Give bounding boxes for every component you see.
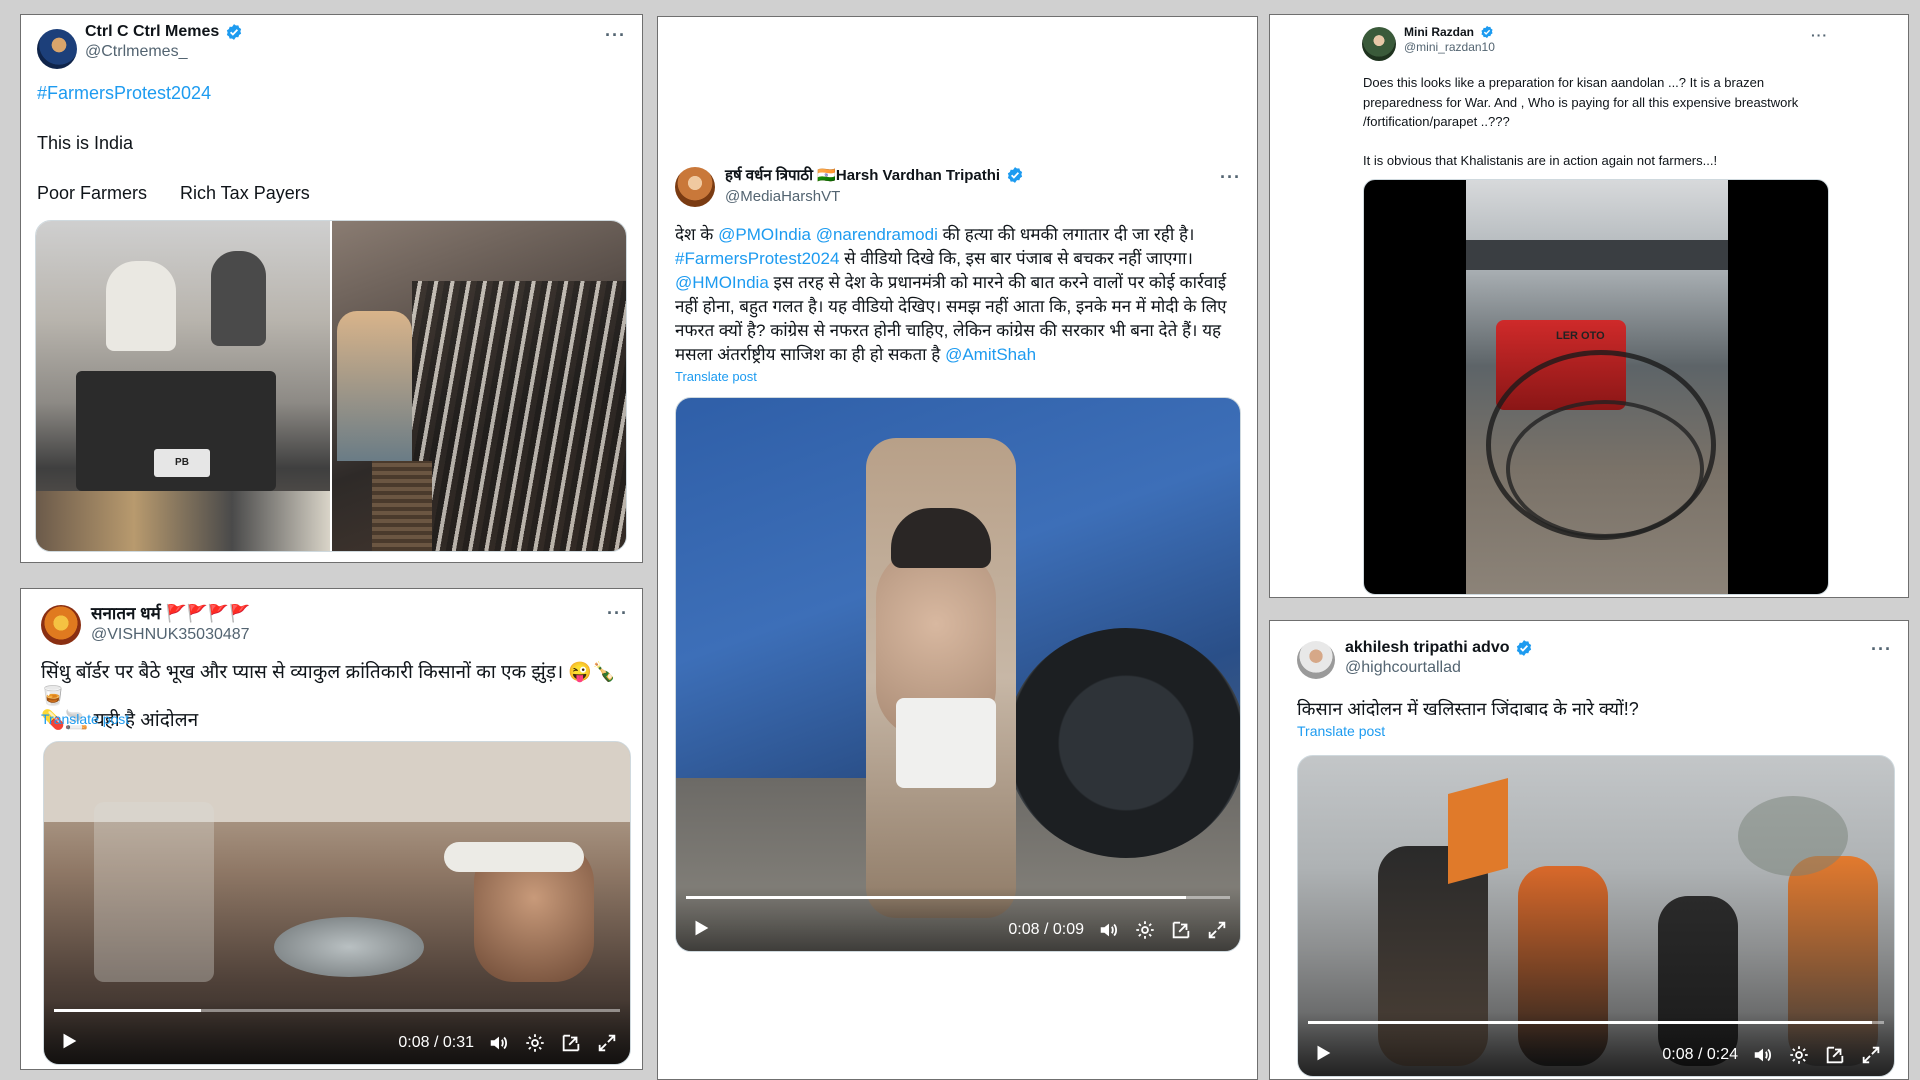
user-handle[interactable]: @VISHNUK35030487 — [91, 626, 250, 644]
video-progress-bar[interactable] — [1308, 1021, 1884, 1024]
image-farmers-on-mercedes[interactable]: PB — [36, 221, 330, 551]
fullscreen-icon[interactable] — [1860, 1044, 1882, 1066]
avatar[interactable] — [1362, 27, 1396, 61]
fullscreen-icon[interactable] — [1206, 919, 1228, 941]
translate-post-link[interactable]: Translate post — [41, 711, 129, 727]
volume-icon[interactable] — [1098, 919, 1120, 941]
user-handle[interactable]: @MediaHarshVT — [725, 188, 1024, 205]
post-text: देश के @PMOIndia @narendramodi की हत्या … — [675, 223, 1239, 367]
sign-text: LER OTO — [1556, 330, 1605, 342]
more-options-icon[interactable]: ··· — [1220, 167, 1241, 188]
video-progress-bar[interactable] — [686, 896, 1230, 899]
avatar[interactable] — [37, 29, 77, 69]
image-crowded-train-platform[interactable] — [332, 221, 626, 551]
text-segment: से वीडियो दिखे कि, इस बार पंजाब से बचकर … — [839, 249, 1193, 268]
mention-hmoindia[interactable]: @HMOIndia — [675, 273, 769, 292]
display-name[interactable]: हर्ष वर्धन त्रिपाठी 🇮🇳Harsh Vardhan Trip… — [725, 165, 1000, 185]
hashtag-link[interactable]: #FarmersProtest2024 — [675, 249, 839, 268]
settings-gear-icon[interactable] — [524, 1032, 546, 1054]
video-progress-fill — [54, 1009, 202, 1012]
hashtag-link[interactable]: #FarmersProtest2024 — [37, 83, 211, 104]
video-time: 0:08 / 0:24 — [1662, 1046, 1738, 1063]
video-progress-bar[interactable] — [54, 1009, 620, 1012]
translate-post-link[interactable]: Translate post — [675, 369, 757, 384]
play-icon[interactable] — [690, 917, 712, 939]
post-card-mini-razdan[interactable]: Mini Razdan @mini_razdan10 ··· Does this… — [1269, 14, 1909, 598]
more-options-icon[interactable]: ··· — [605, 25, 626, 46]
post-card-ctrlmemes[interactable]: Ctrl C Ctrl Memes @Ctrlmemes_ ··· #Farme… — [20, 14, 643, 563]
video-player[interactable]: 0:08 / 0:31 — [43, 741, 631, 1065]
video-player[interactable]: 0:08 / 0:24 — [1297, 755, 1895, 1077]
mention-pmoindia[interactable]: @PMOIndia — [718, 225, 811, 244]
volume-icon[interactable] — [1752, 1044, 1774, 1066]
text-segment: देश के — [675, 225, 719, 244]
settings-gear-icon[interactable] — [1788, 1044, 1810, 1066]
verified-badge-icon — [1515, 639, 1533, 657]
more-options-icon[interactable]: ··· — [607, 603, 628, 624]
video-thumbnail[interactable]: LER OTO — [1363, 179, 1829, 595]
label-poor-farmers: Poor Farmers — [37, 183, 148, 203]
post-card-harsh-vardhan[interactable]: हर्ष वर्धन त्रिपाठी 🇮🇳Harsh Vardhan Trip… — [657, 16, 1258, 1080]
video-progress-fill — [686, 896, 1187, 899]
verified-badge-icon — [1006, 166, 1024, 184]
video-player[interactable]: 0:08 / 0:09 — [675, 397, 1241, 952]
display-name[interactable]: Mini Razdan — [1404, 25, 1474, 39]
user-handle[interactable]: @mini_razdan10 — [1404, 40, 1495, 54]
play-icon[interactable] — [1312, 1042, 1334, 1064]
display-name[interactable]: Ctrl C Ctrl Memes — [85, 23, 219, 41]
fullscreen-icon[interactable] — [596, 1032, 618, 1054]
post-card-akhilesh[interactable]: akhilesh tripathi advo @highcourtallad ·… — [1269, 620, 1909, 1080]
picture-in-picture-icon[interactable] — [560, 1032, 582, 1054]
post-text-line: This is India — [37, 133, 134, 153]
verified-badge-icon — [225, 23, 243, 41]
video-time: 0:08 / 0:09 — [1008, 921, 1084, 938]
verified-badge-icon — [1480, 25, 1494, 39]
photo-grid[interactable]: PB — [35, 220, 627, 552]
user-handle[interactable]: @highcourtallad — [1345, 659, 1533, 677]
display-name[interactable]: सनातन धर्म 🚩🚩🚩🚩 — [91, 601, 250, 624]
picture-in-picture-icon[interactable] — [1824, 1044, 1846, 1066]
translate-post-link[interactable]: Translate post — [1297, 723, 1385, 739]
post-card-sanatan[interactable]: सनातन धर्म 🚩🚩🚩🚩 @VISHNUK35030487 ··· सिं… — [20, 588, 643, 1070]
picture-in-picture-icon[interactable] — [1170, 919, 1192, 941]
video-progress-fill — [1308, 1021, 1873, 1024]
more-options-icon[interactable]: ··· — [1871, 639, 1892, 660]
avatar[interactable] — [41, 605, 81, 645]
text-segment: की हत्या की धमकी लगातार दी जा रही है। — [937, 225, 1195, 244]
post-text: किसान आंदोलन में खलिस्तान जिंदाबाद के ना… — [1297, 699, 1639, 719]
label-rich-tax-payers: Rich Tax Payers — [180, 183, 310, 203]
user-handle[interactable]: @Ctrlmemes_ — [85, 43, 243, 61]
number-plate: PB — [154, 449, 210, 477]
avatar[interactable] — [1297, 641, 1335, 679]
mention-narendramodi[interactable]: @narendramodi — [816, 225, 938, 244]
settings-gear-icon[interactable] — [1134, 919, 1156, 941]
play-icon[interactable] — [58, 1030, 80, 1052]
more-options-icon[interactable]: ··· — [1811, 27, 1828, 43]
video-time: 0:08 / 0:31 — [398, 1034, 474, 1051]
avatar[interactable] — [675, 167, 715, 207]
display-name[interactable]: akhilesh tripathi advo — [1345, 639, 1509, 657]
mention-amitshah[interactable]: @AmitShah — [945, 345, 1036, 364]
volume-icon[interactable] — [488, 1032, 510, 1054]
post-text: Does this looks like a preparation for k… — [1363, 75, 1799, 168]
